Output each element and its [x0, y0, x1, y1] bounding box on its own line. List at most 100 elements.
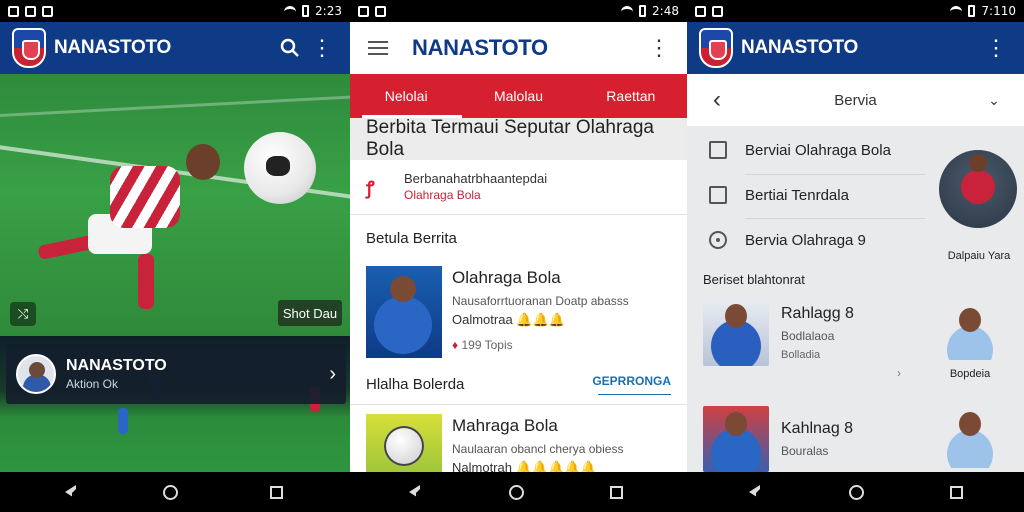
status-bar: 2:48	[350, 0, 687, 22]
player-line-2: Bolladia	[781, 349, 821, 361]
wifi-icon	[284, 6, 297, 16]
app-bar: NANASTOTO ⋮	[687, 22, 1024, 74]
checkbox[interactable]	[709, 186, 727, 204]
section-title: Berbita Termaui Seputar Olahraga Bola	[350, 117, 687, 160]
brand-title: NANASTOTO	[54, 37, 171, 58]
search-icon[interactable]	[274, 32, 306, 64]
overflow-menu-icon[interactable]: ⋮	[306, 32, 338, 64]
player-name: Rahlagg 8	[781, 305, 854, 322]
sub-header-title: Bervia	[834, 91, 877, 109]
checkbox[interactable]	[709, 141, 727, 159]
player-avatar[interactable]	[937, 304, 1001, 360]
notification-icon	[42, 5, 53, 17]
avatar	[16, 354, 56, 394]
latest-news-label: Betula Berrita	[366, 230, 457, 247]
brand-title: NANASTOTO	[412, 35, 548, 60]
status-bar: 7:110	[687, 0, 1024, 22]
filter-label: Bertiai Tenrdala	[745, 186, 849, 204]
clock: 2:48	[652, 4, 679, 18]
recents-icon[interactable]	[266, 482, 286, 502]
ball-illustration	[244, 132, 316, 204]
chevron-down-icon[interactable]: ⌄	[978, 84, 1010, 116]
player-avatar[interactable]	[937, 408, 1001, 468]
notification-icon	[25, 5, 36, 17]
news-thumbnail	[366, 266, 442, 358]
tab-nelolai[interactable]: Nelolai	[350, 74, 463, 118]
feature-line-1: Berbanahatrbhaantepdai	[404, 170, 548, 186]
hero-badge[interactable]: Shot Dau	[278, 300, 342, 326]
overflow-menu-icon[interactable]: ⋮	[643, 32, 675, 64]
wifi-icon	[950, 6, 963, 16]
news-meta: Oalmotraa 🔔🔔🔔	[452, 312, 565, 327]
system-nav-bar	[0, 472, 1024, 512]
notification-icon	[358, 5, 369, 17]
screen-news: 2:48 NANASTOTO ⋮ Nelolai Malolau Raettan…	[350, 0, 687, 472]
brand-title: NANASTOTO	[741, 37, 858, 58]
app-bar: NANASTOTO ⋮	[350, 22, 687, 74]
notification-icon	[712, 5, 723, 17]
news-description: Naulaaran obancl cherya obiess	[452, 442, 624, 456]
filter-option[interactable]: Bertiai Tenrdala	[709, 175, 919, 215]
share-icon[interactable]: ⤭	[10, 302, 36, 326]
recents-icon[interactable]	[606, 482, 626, 502]
player-thumbnail	[703, 406, 769, 472]
screen-filter: 7:110 NANASTOTO ⋮ ‹ Bervia ⌄ Berviai Ola…	[687, 0, 1024, 472]
news-title: Olahraga Bola	[452, 268, 561, 287]
card-subtitle: Aktion Ok	[66, 377, 119, 391]
app-bar: NANASTOTO ⋮	[0, 22, 350, 74]
news-meta: Nalmotrah 🔔🔔🔔🔔🔔	[452, 460, 597, 472]
club-logo-icon	[12, 28, 46, 68]
tab-raettan[interactable]: Raettan	[575, 74, 687, 118]
news-thumbnail	[366, 414, 442, 472]
player-name: Kahlnag 8	[781, 420, 854, 437]
news-description: Nausaforrtuoranan Doatp abasss	[452, 294, 629, 308]
recents-icon[interactable]	[946, 482, 966, 502]
radio-button[interactable]	[709, 231, 727, 249]
clock: 2:23	[315, 4, 342, 18]
feature-banner[interactable]: ꝭ Berbanahatrbhaantepdai Olahraga Bola	[366, 166, 671, 206]
filter-option[interactable]: Bervia Olahraga 9	[709, 220, 919, 260]
player-illustration	[37, 144, 238, 314]
notification-icon	[8, 5, 19, 17]
filter-option[interactable]: Berviai Olahraga Bola	[709, 130, 919, 170]
featured-card[interactable]: NANASTOTO Aktion Ok ›	[6, 344, 346, 404]
tab-malolau[interactable]: Malolau	[462, 74, 574, 118]
home-icon[interactable]	[846, 482, 866, 502]
club-logo-icon	[699, 28, 733, 68]
news-footer: 199 Topis	[461, 338, 513, 352]
feature-line-2: Olahraga Bola	[404, 187, 481, 202]
screen-home: 2:23 NANASTOTO ⋮ ⤭ Shot Dau NANASTOTO Ak…	[0, 0, 350, 472]
tab-bar: Nelolai Malolau Raettan	[350, 74, 687, 118]
featured-player-caption: Dalpaiu Yara	[947, 250, 1011, 262]
back-icon[interactable]	[404, 482, 424, 502]
filter-label: Bervia Olahraga 9	[745, 231, 866, 249]
popular-label: Hlalha Bolerda	[366, 376, 465, 393]
home-icon[interactable]	[506, 482, 526, 502]
player-line-1: Bouralas	[781, 444, 829, 458]
news-card[interactable]: Mahraga Bola Naulaaran obancl cherya obi…	[366, 414, 675, 472]
chevron-right-icon: ›	[329, 362, 336, 385]
player-list-label: Beriset blahtonrat	[703, 272, 805, 287]
filter-label: Berviai Olahraga Bola	[745, 141, 891, 159]
wifi-icon	[621, 6, 634, 16]
player-thumbnail	[703, 300, 769, 366]
chevron-right-icon: ›	[897, 366, 901, 380]
overflow-menu-icon[interactable]: ⋮	[980, 32, 1012, 64]
card-title: NANASTOTO	[66, 357, 167, 374]
hamburger-menu-icon[interactable]	[362, 32, 394, 64]
clock: 7:110	[981, 4, 1016, 18]
notification-icon	[375, 5, 386, 17]
see-all-link[interactable]: GEPRRONGA	[592, 374, 671, 388]
news-card[interactable]: Olahraga Bola Nausaforrtuoranan Doatp ab…	[366, 266, 675, 358]
featured-player-avatar[interactable]	[939, 150, 1017, 228]
back-icon[interactable]	[744, 482, 764, 502]
notification-icon	[695, 5, 706, 17]
back-icon[interactable]	[60, 482, 80, 502]
back-arrow-icon[interactable]: ‹	[701, 84, 733, 116]
brand-mark-icon: ꝭ	[366, 178, 375, 198]
home-icon[interactable]	[160, 482, 180, 502]
battery-icon	[968, 5, 976, 17]
news-title: Mahraga Bola	[452, 416, 558, 435]
hero-image[interactable]	[0, 74, 350, 336]
player-caption: Bopdeia	[949, 368, 991, 380]
